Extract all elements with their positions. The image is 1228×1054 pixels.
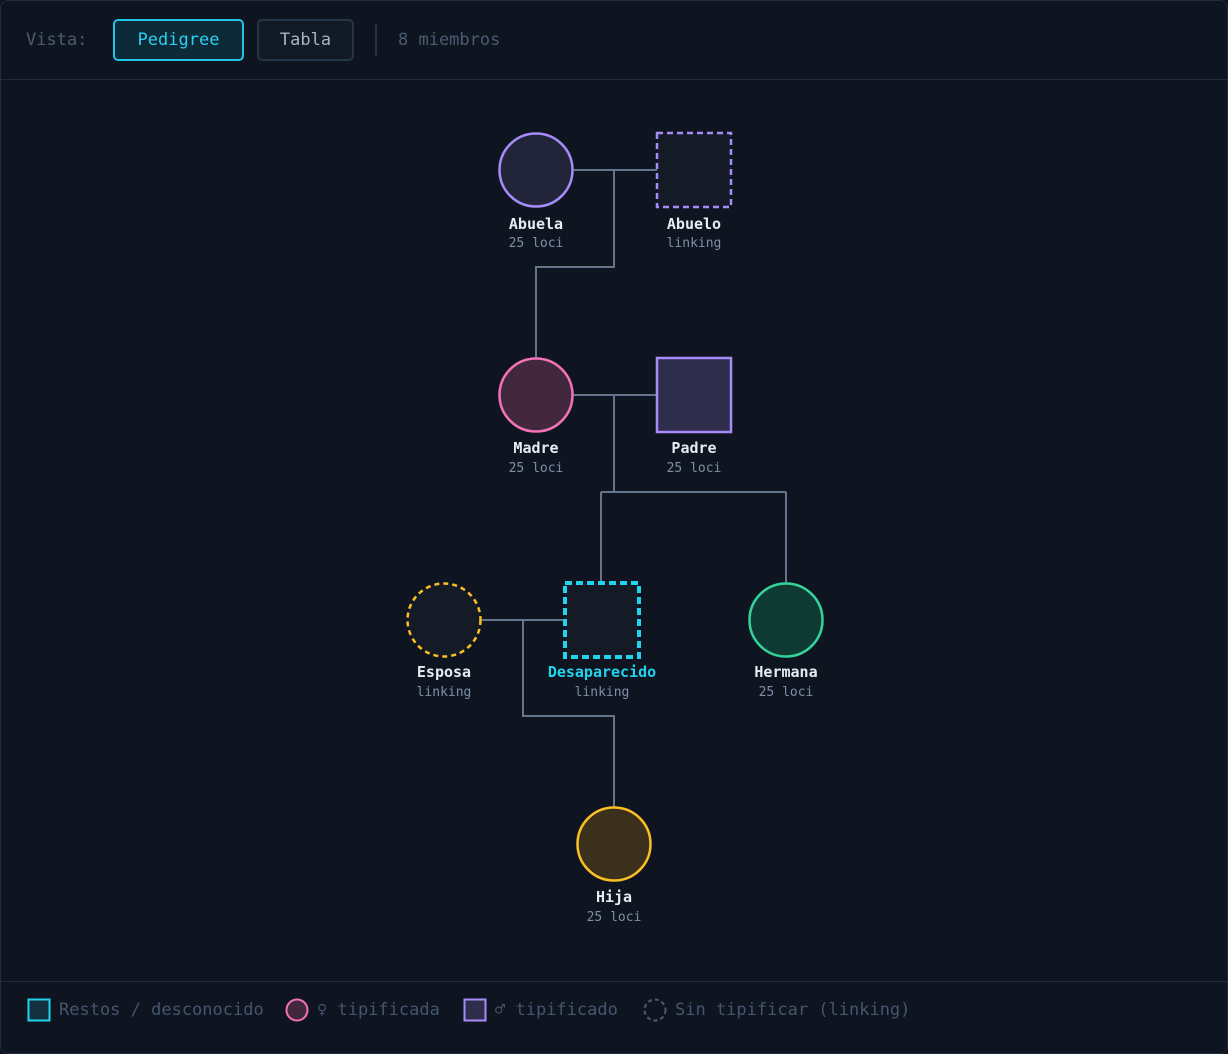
female-symbol [498, 357, 574, 433]
female-symbol [576, 806, 652, 882]
pedigree-view-button[interactable]: Pedigree [113, 19, 244, 61]
member-loci: 25 loci [759, 685, 814, 700]
legend-label: Sin tipificar (linking) [675, 1000, 911, 1020]
member-loci: 25 loci [509, 461, 564, 476]
pedigree-diagram: Abuela 25 loci Abuelo linking Madre 25 l… [406, 131, 824, 926]
member-desaparecido[interactable]: Desaparecido linking [548, 581, 656, 700]
member-loci: 25 loci [587, 910, 642, 925]
member-madre[interactable]: Madre 25 loci [498, 357, 574, 477]
member-abuelo[interactable]: Abuelo linking [655, 131, 733, 251]
member-name: Esposa [417, 663, 471, 681]
member-hija[interactable]: Hija 25 loci [576, 806, 652, 926]
male-symbol [655, 131, 733, 209]
member-name: Desaparecido [548, 663, 656, 681]
member-name: Padre [671, 439, 716, 457]
pedigree-panel: Vista: Pedigree Tabla 8 miembros Abuela … [0, 0, 1228, 1054]
member-loci: linking [667, 236, 722, 251]
legend-label: Restos / desconocido [59, 1000, 264, 1020]
member-esposa[interactable]: Esposa linking [406, 582, 482, 701]
missing-person-symbol [563, 581, 641, 659]
member-loci: 25 loci [667, 461, 722, 476]
member-name: Madre [513, 439, 558, 457]
legend-female-typed: ♀ tipificada [285, 998, 440, 1022]
toolbar-divider [375, 24, 377, 56]
legend-label: ♂ tipificado [495, 1000, 618, 1020]
member-name: Hermana [754, 663, 817, 681]
view-label: Vista: [26, 30, 88, 50]
member-hermana[interactable]: Hermana 25 loci [748, 582, 824, 701]
legend-male-typed: ♂ tipificado [463, 998, 618, 1022]
female-symbol [498, 132, 574, 208]
member-padre[interactable]: Padre 25 loci [655, 356, 733, 476]
view-toolbar: Vista: Pedigree Tabla 8 miembros [1, 1, 1227, 80]
table-view-button[interactable]: Tabla [257, 19, 354, 61]
member-loci: linking [575, 685, 630, 700]
member-name: Hija [596, 888, 632, 906]
member-name: Abuela [509, 215, 563, 233]
female-circle-icon [285, 998, 309, 1022]
pedigree-canvas: Abuela 25 loci Abuelo linking Madre 25 l… [1, 80, 1227, 980]
legend-label: ♀ tipificada [317, 1000, 440, 1020]
member-name: Abuelo [667, 215, 721, 233]
male-symbol [655, 356, 733, 434]
untyped-dashed-circle-icon [643, 998, 667, 1022]
member-loci: linking [417, 685, 472, 700]
remains-square-icon [27, 998, 51, 1022]
member-loci: 25 loci [509, 236, 564, 251]
male-square-icon [463, 998, 487, 1022]
female-symbol [406, 582, 482, 658]
member-abuela[interactable]: Abuela 25 loci [498, 132, 574, 252]
legend: Restos / desconocido ♀ tipificada ♂ tipi… [1, 981, 1227, 1053]
female-symbol [748, 582, 824, 658]
legend-remains: Restos / desconocido [27, 998, 264, 1022]
connection-lines [482, 169, 787, 807]
legend-untyped: Sin tipificar (linking) [643, 998, 910, 1022]
member-count: 8 miembros [398, 30, 501, 50]
